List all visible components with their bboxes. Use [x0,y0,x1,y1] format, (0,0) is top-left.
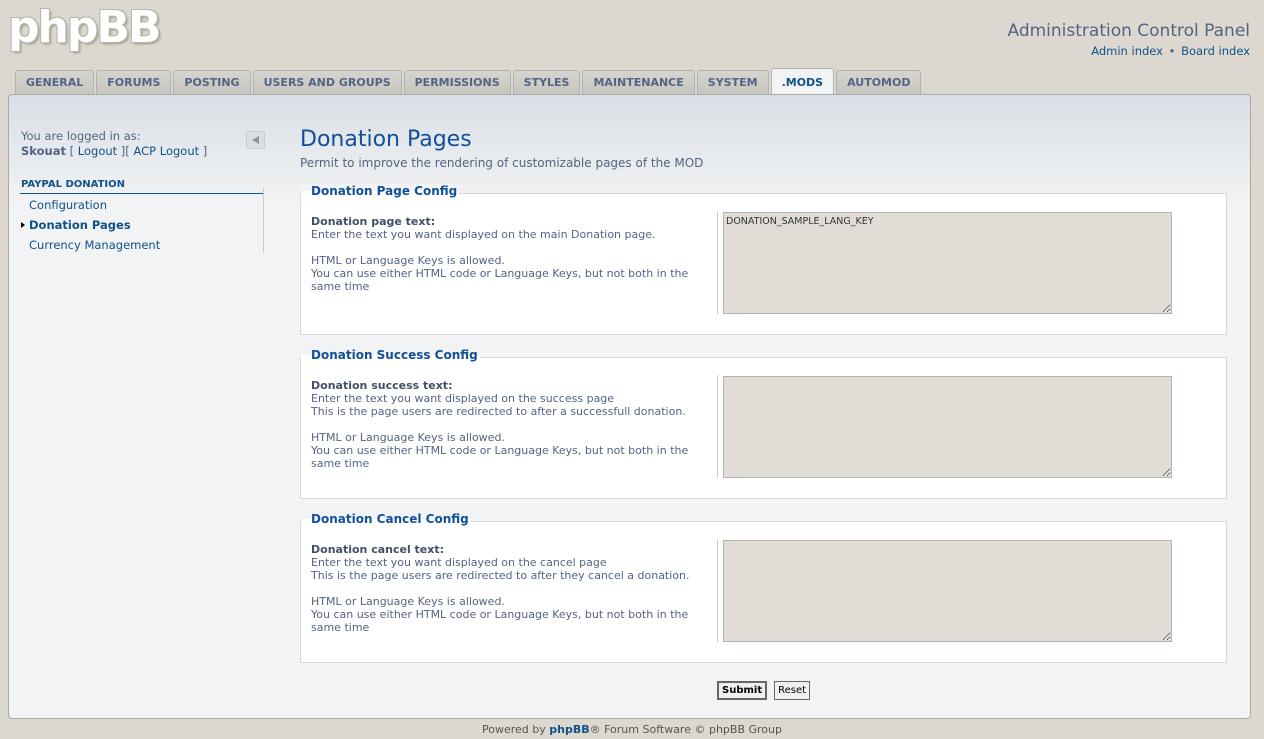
fieldset-legend: Donation Cancel Config [301,512,471,526]
field-label: Donation success text: [311,379,453,392]
tab-maintenance[interactable]: MAINTENANCE [582,70,695,94]
logged-in-label: You are logged in as: [21,129,141,143]
tab-forums[interactable]: FORUMS [96,70,172,94]
field-divider [717,375,718,478]
donation-cancel-config-fieldset: Donation Cancel Config Donation cancel t… [300,512,1227,663]
field-help-line: Enter the text you want displayed on the… [311,392,615,405]
field-help-line: HTML or Language Keys is allowed. [311,595,505,608]
sidebar-item-donation-pages[interactable]: Donation Pages [20,214,264,234]
field-divider [717,539,718,642]
submit-button[interactable]: Submit [717,681,768,700]
field-help-line: This is the page users are redirected to… [311,569,690,582]
board-index-link[interactable]: Board index [1181,44,1250,58]
tab-general[interactable]: GENERAL [15,70,95,94]
tab-styles[interactable]: STYLES [512,70,581,94]
page-description: Permit to improve the rendering of custo… [300,156,704,170]
footer-copyright: ® Forum Software © phpBB Group [589,723,782,736]
form-buttons: Submit Reset [717,681,811,700]
main-tabs: GENERAL FORUMS POSTING USERS AND GROUPS … [15,68,922,94]
content-area: Donation Pages Permit to improve the ren… [300,125,1227,170]
top-links: Admin index • Board index [1091,44,1250,58]
field-help-line: Enter the text you want displayed on the… [311,556,607,569]
admin-index-link[interactable]: Admin index [1091,44,1163,58]
donation-success-text-input[interactable] [723,376,1172,478]
acp-logout-link[interactable]: ACP Logout [133,144,199,158]
menu-section-title: PAYPAL DONATION [20,177,264,194]
reset-button[interactable]: Reset [774,681,811,700]
field-divider [717,211,718,314]
acp-title: Administration Control Panel [1007,21,1250,41]
username: Skouat [21,144,66,158]
tab-mods[interactable]: .MODS [770,68,835,94]
sidebar-item-configuration[interactable]: Configuration [20,194,264,214]
field-help-line: HTML or Language Keys is allowed. [311,254,505,267]
link-separator: • [1168,44,1176,58]
field-label: Donation page text: [311,215,436,228]
collapse-menu-icon[interactable] [246,131,265,149]
field-help-line: HTML or Language Keys is allowed. [311,431,505,444]
sidebar-menu: PAYPAL DONATION Configuration Donation P… [20,177,264,254]
field-help-line: Enter the text you want displayed on the… [311,228,656,241]
field-label: Donation cancel text: [311,543,445,556]
donation-cancel-text-input[interactable] [723,540,1172,642]
field-description: Donation cancel text: Enter the text you… [311,543,716,634]
fieldset-legend: Donation Success Config [301,348,480,362]
field-help-line: This is the page users are redirected to… [311,405,686,418]
page-title: Donation Pages [300,127,472,152]
menu-divider [263,187,264,253]
tab-permissions[interactable]: PERMISSIONS [403,70,511,94]
footer-phpbb-link[interactable]: phpBB [549,723,589,736]
tab-users-and-groups[interactable]: USERS AND GROUPS [252,70,402,94]
donation-page-text-input[interactable]: DONATION_SAMPLE_LANG_KEY [723,212,1172,314]
donation-page-config-fieldset: Donation Page Config Donation page text:… [300,184,1227,335]
main-panel: You are logged in as: Skouat [ Logout ][… [8,94,1251,719]
footer: Powered by phpBB® Forum Software © phpBB… [0,723,1264,736]
field-description: Donation page text: Enter the text you w… [311,215,716,293]
fieldset-legend: Donation Page Config [301,184,460,198]
field-help-line: You can use either HTML code or Language… [311,267,689,293]
sidebar-item-currency-management[interactable]: Currency Management [20,234,264,254]
logout-link[interactable]: Logout [78,144,117,158]
donation-success-config-fieldset: Donation Success Config Donation success… [300,348,1227,499]
phpbb-logo: phpBB [8,2,161,53]
tab-automod[interactable]: AUTOMOD [836,70,922,94]
tab-system[interactable]: SYSTEM [696,70,769,94]
field-help-line: You can use either HTML code or Language… [311,444,689,470]
field-description: Donation success text: Enter the text yo… [311,379,716,470]
login-info: You are logged in as: Skouat [ Logout ][… [21,129,208,158]
field-help-line: You can use either HTML code or Language… [311,608,689,634]
footer-powered-by: Powered by [482,723,546,736]
tab-posting[interactable]: POSTING [173,70,251,94]
